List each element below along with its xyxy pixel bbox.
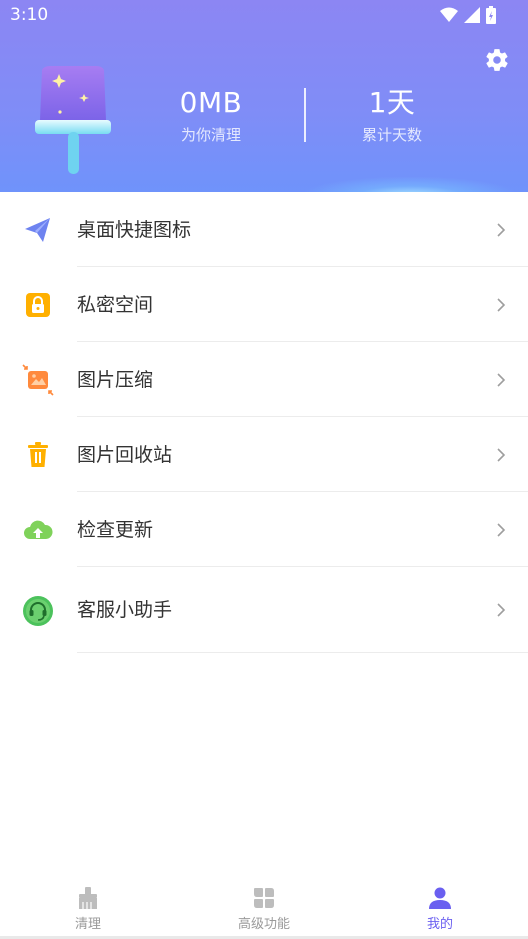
menu-item-image-compress[interactable]: 图片压缩	[0, 342, 528, 417]
status-time: 3:10	[10, 5, 49, 25]
menu-item-image-recycle-bin[interactable]: 图片回收站	[0, 417, 528, 492]
chevron-right-icon	[497, 373, 506, 387]
status-bar: 3:10	[0, 0, 528, 32]
image-compress-icon	[22, 364, 54, 396]
menu-item-check-update[interactable]: 检查更新	[0, 492, 528, 567]
settings-gear-icon[interactable]	[484, 47, 510, 73]
menu-item-label: 图片压缩	[77, 369, 154, 391]
stat-cleaned: 0MB 为你清理	[136, 86, 286, 146]
stat-cleaned-value: 0MB	[179, 86, 243, 119]
stat-days: 1天 累计天数	[317, 86, 467, 146]
nav-tab-mine[interactable]: 我的	[380, 886, 500, 932]
menu-item-label: 检查更新	[77, 519, 154, 541]
menu-item-desktop-shortcut[interactable]: 桌面快捷图标	[0, 192, 528, 267]
menu-item-customer-service[interactable]: 客服小助手	[0, 567, 528, 653]
divider	[77, 652, 528, 653]
cloud-upload-icon	[24, 520, 53, 539]
chevron-right-icon	[497, 603, 506, 617]
nav-label: 高级功能	[237, 917, 290, 932]
bottom-navigation: 清理 高级功能 我的	[0, 876, 528, 939]
paper-plane-icon	[25, 218, 50, 242]
nav-label: 清理	[74, 917, 101, 932]
trash-icon	[28, 442, 48, 467]
nav-label: 我的	[426, 917, 453, 932]
chevron-right-icon	[497, 523, 506, 537]
battery-icon	[486, 6, 496, 24]
stat-days-value: 1天	[368, 86, 416, 119]
lock-icon	[26, 293, 50, 317]
status-icons	[440, 6, 496, 24]
chevron-right-icon	[497, 223, 506, 237]
menu-item-label: 客服小助手	[77, 599, 173, 621]
user-icon	[429, 887, 451, 909]
menu-item-private-space[interactable]: 私密空间	[0, 267, 528, 342]
nav-tab-advanced[interactable]: 高级功能	[204, 886, 324, 932]
grid-icon	[254, 888, 274, 908]
menu-item-label: 图片回收站	[77, 444, 173, 466]
stat-cleaned-label: 为你清理	[180, 126, 241, 144]
stat-divider	[304, 88, 306, 142]
header-glow	[300, 176, 520, 192]
chevron-right-icon	[497, 298, 506, 312]
wifi-icon	[440, 7, 458, 22]
menu-item-label: 私密空间	[77, 294, 154, 316]
cellular-signal-icon	[464, 7, 480, 23]
broom-icon	[79, 887, 97, 909]
headset-icon	[23, 596, 53, 626]
stat-days-label: 累计天数	[361, 126, 422, 144]
cleaner-broom-illustration	[35, 66, 111, 174]
menu-item-label: 桌面快捷图标	[77, 219, 192, 241]
nav-tab-clean[interactable]: 清理	[28, 886, 148, 932]
chevron-right-icon	[497, 448, 506, 462]
profile-header: 3:10 0MB 为你清理 1天 累计天数	[0, 0, 528, 192]
settings-menu: 桌面快捷图标 私密空间 图片压缩 图片回收站 检查更新 客服小助手	[0, 192, 528, 653]
